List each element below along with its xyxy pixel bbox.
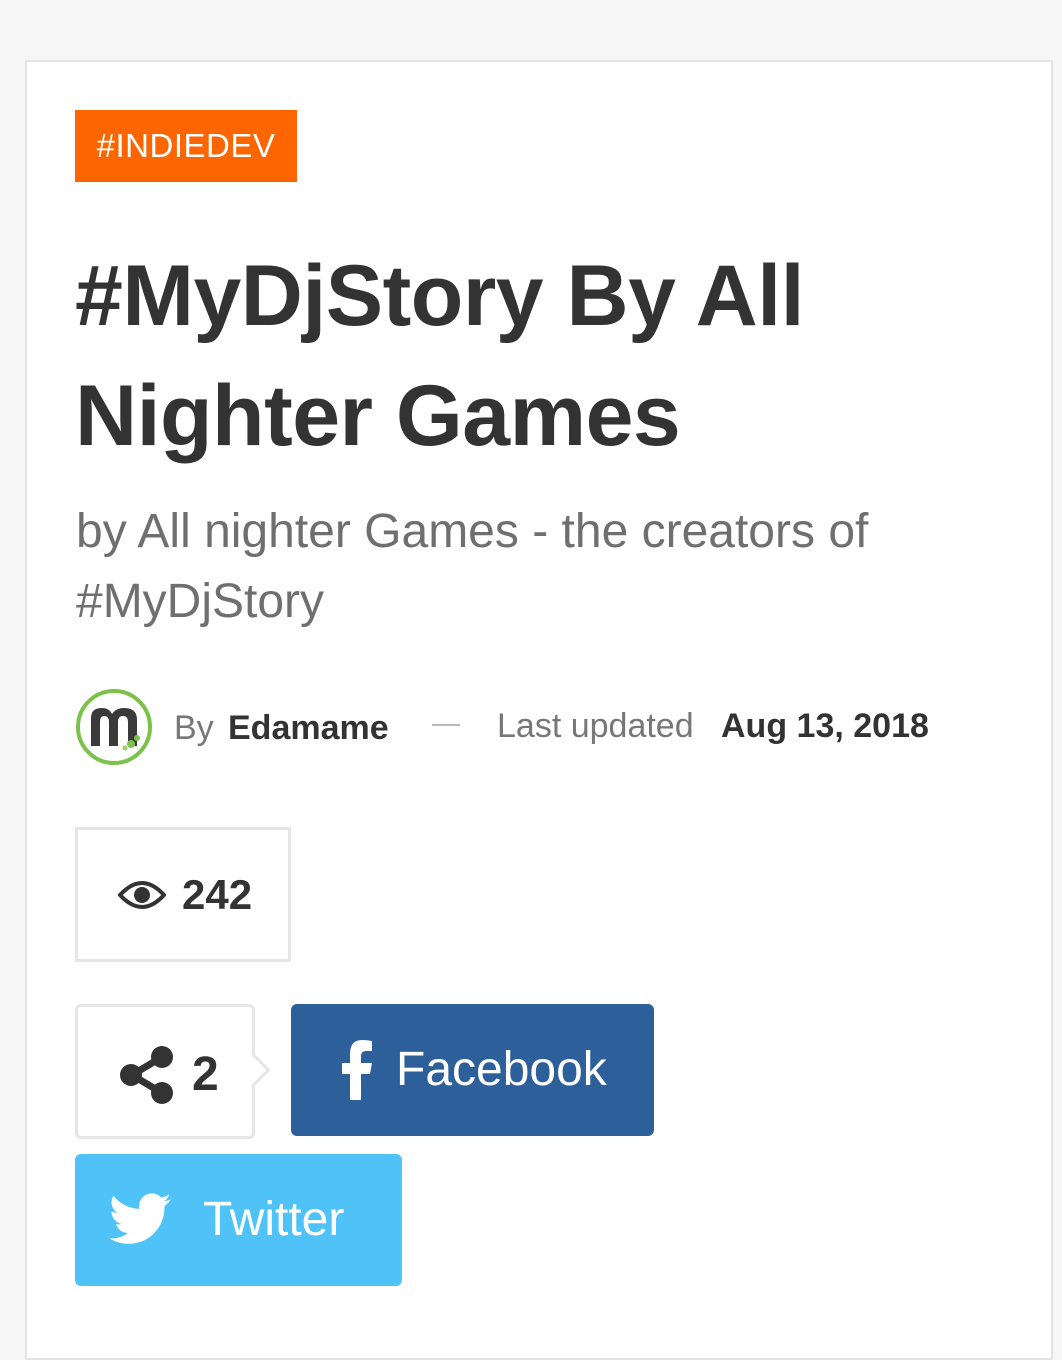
last-updated-label: Last updated [497, 707, 694, 745]
share-count-box: 2 [75, 1004, 271, 1139]
view-count: 242 [182, 871, 253, 918]
view-count-box: 242 [75, 827, 291, 962]
facebook-button-label: Facebook [396, 1043, 607, 1096]
article-subtitle: by All nighter Games - the creators of #… [76, 505, 869, 628]
eye-icon [118, 881, 166, 909]
last-updated-date: Aug 13, 2018 [721, 707, 929, 745]
facebook-share-button[interactable]: Facebook [291, 1004, 654, 1136]
article-title: #MyDjStory By All Nighter Games [75, 248, 805, 464]
article-meta: By Edamame Last updated Aug 13, 2018 [75, 688, 1015, 768]
twitter-button-label: Twitter [203, 1193, 345, 1246]
author-link[interactable]: Edamame [228, 706, 389, 750]
author-avatar[interactable] [75, 688, 153, 766]
share-count: 2 [192, 1048, 219, 1101]
twitter-share-button[interactable]: Twitter [75, 1154, 402, 1286]
meta-divider [432, 724, 460, 726]
share-icon [120, 1046, 173, 1104]
category-tag[interactable]: #INDIEDEV [75, 110, 297, 182]
twitter-bird-icon [110, 1193, 171, 1244]
facebook-icon [342, 1040, 372, 1100]
byline-label: By [174, 709, 214, 747]
